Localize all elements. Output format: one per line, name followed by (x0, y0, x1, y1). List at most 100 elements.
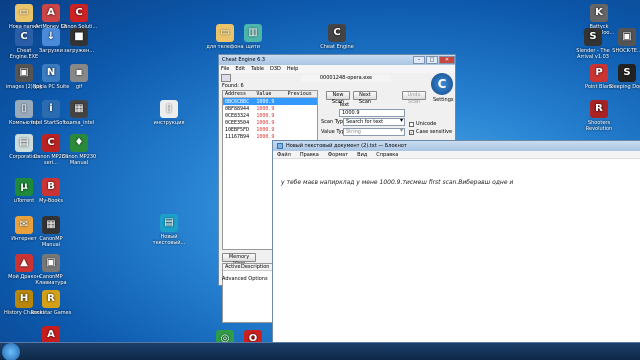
scan-type-select[interactable]: Search for text (343, 118, 405, 126)
desktop-icon-label: Rockstar Games (30, 310, 72, 316)
desktop-icon-label: Sleeping Dogs (609, 84, 640, 90)
menu-d3d[interactable]: D3D (270, 66, 281, 72)
notepad-icon (277, 143, 283, 149)
desktop-icon-label: CanonMP Клавиатура (35, 274, 67, 286)
result-address: 0CEE3504 (225, 119, 250, 126)
desktop-icon[interactable]: C Canon Soluti... (58, 4, 100, 30)
shortcut-icon: C (328, 24, 346, 42)
cheat-engine-title: Cheat Engine 6.3 (222, 57, 266, 63)
desktop-icon[interactable]: ▣ SHOCK-TE... (606, 28, 640, 54)
desktop-icon[interactable]: ▦ osama_intel (58, 100, 100, 126)
desktop-icon[interactable]: ♦ Canon MP230 Manual (58, 134, 100, 166)
notepad-menu-format[interactable]: Формат (328, 152, 348, 158)
advanced-options-link[interactable]: Advanced Options (222, 276, 268, 282)
notepad-menu-view[interactable]: Вид (357, 152, 367, 158)
desktop-icon[interactable]: R Shooters Revolution (578, 100, 620, 132)
case-sensitive-checkbox[interactable]: ✓ Case sensitive (409, 129, 452, 135)
desktop-icon[interactable]: ▪ gif (58, 64, 100, 90)
menu-file[interactable]: File (221, 66, 229, 72)
cheat-engine-titlebar[interactable]: Cheat Engine 6.3 – □ ✕ (219, 55, 455, 65)
desktop-icon-label: Canon MP230 Manual (61, 154, 97, 166)
desktop-icon[interactable]: R Rockstar Games (30, 290, 72, 316)
desktop-icon-label: CanonMP Manual (39, 236, 63, 248)
result-value: 1000.9 (256, 133, 275, 140)
unicode-checkbox[interactable]: Unicode (409, 121, 436, 127)
notepad-menu-file[interactable]: Файл (277, 152, 291, 158)
result-value: 1000.9 (256, 98, 275, 105)
result-row[interactable]: 10EBF5FD 1000.9 (223, 126, 317, 133)
desktop-icon-label: My-Books (39, 198, 63, 204)
column-previous[interactable]: Previous (286, 91, 317, 97)
notepad-menu-help[interactable]: Справка (376, 152, 398, 158)
result-row[interactable]: 11167B94 1000.9 (223, 133, 317, 140)
desktop-icon-label: SHOCK-TE... (612, 48, 640, 54)
next-scan-button[interactable]: Next Scan (353, 91, 377, 105)
notepad-title: Новый текстовый документ (2).txt — Блокн… (286, 143, 407, 149)
shortcut-icon: ▦ (42, 216, 60, 234)
desktop-icon-label: gif (75, 84, 83, 90)
notepad-menubar: Файл Правка Формат Вид Справка (273, 151, 640, 159)
desktop-icon[interactable]: ▥ щити (232, 24, 274, 50)
desktop-icon[interactable]: B My-Books (30, 178, 72, 204)
menu-help[interactable]: Help (287, 66, 298, 72)
scan-value-input[interactable]: 1000.9 (339, 109, 405, 117)
column-active[interactable]: Active (223, 264, 240, 270)
desktop-icon-label: osama_intel (63, 120, 95, 126)
result-row[interactable]: 0CE83324 1000.9 (223, 112, 317, 119)
result-value: 1000.9 (256, 126, 275, 133)
new-scan-button[interactable]: New Scan (326, 91, 350, 105)
minimize-button[interactable]: – (413, 56, 425, 64)
result-address: 0BF88944 (225, 105, 250, 112)
shortcut-icon: C (70, 4, 88, 22)
result-address: 0BC6CBBC (225, 98, 250, 105)
settings-link[interactable]: Settings (433, 97, 454, 103)
shortcut-icon: ▯ (160, 100, 178, 118)
column-value[interactable]: Value (254, 91, 285, 97)
desktop-icon-label: щити (245, 44, 261, 50)
memory-view-button[interactable]: Memory View (222, 253, 256, 267)
desktop-icon[interactable]: ▯ инструкция (148, 100, 190, 126)
menu-edit[interactable]: Edit (235, 66, 245, 72)
desktop-icon-label: загружен... (63, 48, 95, 54)
shortcut-icon: K (590, 4, 608, 22)
taskbar (0, 342, 640, 360)
maximize-button[interactable]: □ (426, 56, 438, 64)
desktop-icon[interactable]: ▤ Новый текстовый... (148, 214, 190, 246)
result-value: 1000.9 (256, 112, 275, 119)
shortcut-icon: B (42, 178, 60, 196)
result-address: 11167B94 (225, 133, 250, 140)
open-process-button[interactable] (221, 74, 231, 82)
result-row[interactable]: 0BC6CBBC 1000.9 (223, 98, 317, 105)
result-row[interactable]: 0CEE3504 1000.9 (223, 119, 317, 126)
desktop-icon[interactable]: S Sleeping Dogs (606, 64, 640, 90)
desktop-icon-label: Shooters Revolution (585, 120, 613, 132)
text-label: Text (339, 102, 350, 108)
column-address[interactable]: Address (223, 91, 254, 97)
undo-scan-button[interactable]: Undo Scan (402, 91, 426, 105)
result-row[interactable]: 0BF88944 1000.9 (223, 105, 317, 112)
notepad-menu-edit[interactable]: Правка (300, 152, 319, 158)
desktop-icon-label: Новый текстовый... (152, 234, 186, 246)
result-address: 10EBF5FD (225, 126, 250, 133)
shortcut-icon: ♦ (70, 134, 88, 152)
close-button[interactable]: ✕ (439, 56, 455, 64)
notepad-window: Новый текстовый документ (2).txt — Блокн… (272, 140, 640, 360)
shortcut-icon: ■ (70, 28, 88, 46)
start-button[interactable] (2, 343, 20, 360)
result-value: 1000.9 (256, 119, 275, 126)
case-sensitive-label: Case sensitive (416, 129, 453, 135)
column-description[interactable]: Description (239, 264, 269, 270)
desktop-icon[interactable]: C Cheat Engine (316, 24, 358, 50)
menu-table[interactable]: Table (251, 66, 264, 72)
value-type-select[interactable]: String (343, 128, 405, 136)
desktop-icon[interactable]: ▦ CanonMP Manual (30, 216, 72, 248)
desktop-icon[interactable]: ■ загружен... (58, 28, 100, 54)
notepad-titlebar[interactable]: Новый текстовый документ (2).txt — Блокн… (273, 141, 640, 151)
cheat-engine-logo-icon[interactable]: C (431, 73, 453, 95)
notepad-text-area[interactable]: у тебе маєв напирклад у мене 1000.9.тисм… (281, 179, 513, 186)
found-count: Found: 6 (222, 83, 244, 89)
shortcut-icon: ▣ (42, 254, 60, 272)
shortcut-icon: R (590, 100, 608, 118)
desktop-icon[interactable]: ▣ CanonMP Клавиатура (30, 254, 72, 286)
shortcut-icon: ▤ (160, 214, 178, 232)
